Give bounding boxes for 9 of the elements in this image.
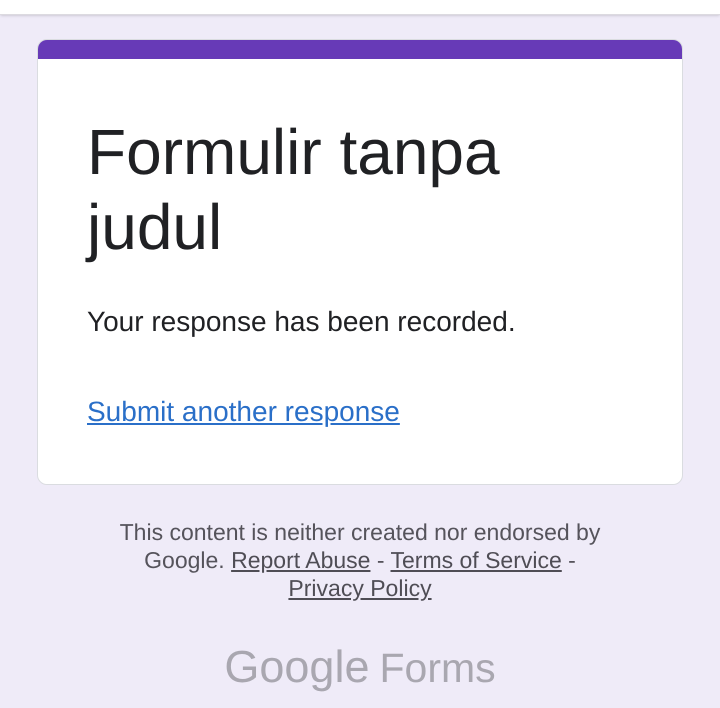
submit-another-response-link[interactable]: Submit another response [87, 394, 400, 430]
footer-link[interactable]: Report Abuse [231, 547, 370, 573]
product-name-text: Forms [379, 644, 496, 693]
disclaimer-text: This content is neither created nor endorsed by Google. Report Abuse - Terms of Service - Privacy Policy [118, 518, 602, 602]
brand-logo-text: Google [224, 642, 370, 692]
form-title: Formulir tanpa judul [87, 115, 501, 265]
footer-link[interactable]: Privacy Policy [288, 575, 432, 601]
footer-link[interactable]: Terms of Service [390, 547, 562, 573]
confirmation-message: Your response has been recorded. [87, 305, 516, 339]
